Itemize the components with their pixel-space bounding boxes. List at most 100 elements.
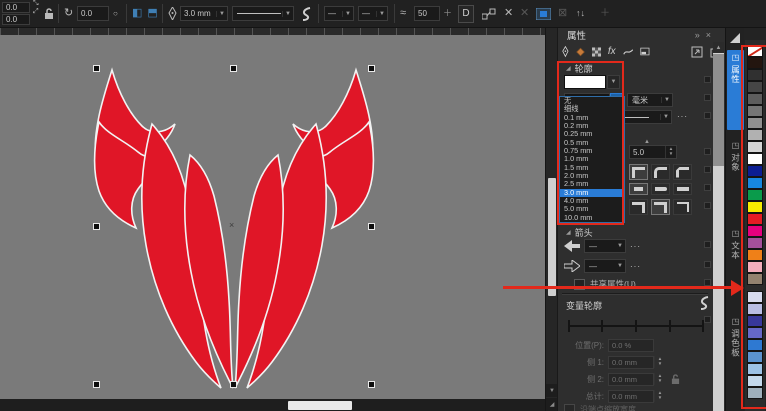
outline-color-dropdown-button[interactable]: ▼ (607, 75, 620, 89)
docker-close-button[interactable]: × (706, 30, 711, 40)
outline-section-header[interactable]: ◢轮廓 (566, 62, 593, 75)
knife-icon[interactable]: ✕ (504, 0, 513, 27)
outline-color-swatch[interactable] (564, 75, 606, 89)
color-swatch[interactable] (747, 117, 763, 129)
selection-handle[interactable] (231, 382, 236, 387)
selection-handle[interactable] (94, 66, 99, 71)
fill-tab-icon[interactable] (576, 46, 585, 58)
share-attributes-checkbox[interactable] (574, 279, 585, 290)
outline-width-select[interactable]: 3.0 mm▼ (180, 6, 228, 21)
drawing-canvas[interactable]: × (0, 28, 545, 411)
color-swatch[interactable] (747, 291, 763, 303)
docker-collapse-button[interactable]: » (695, 30, 700, 40)
transparency-tab-icon[interactable] (592, 46, 601, 58)
outline-inside-button[interactable] (673, 199, 692, 215)
pin-docker-icon[interactable] (691, 46, 703, 58)
vertical-scrollbar[interactable]: ▼ ◢ (545, 28, 557, 411)
color-swatch[interactable] (747, 69, 763, 81)
cap-round-button[interactable] (651, 183, 670, 195)
smoothness-stepper[interactable]: ＋ (443, 0, 452, 27)
color-swatch[interactable] (747, 249, 763, 261)
color-swatch[interactable] (747, 105, 763, 117)
horizontal-scrollbar[interactable] (0, 399, 545, 411)
variable-outline-slider[interactable] (568, 318, 704, 332)
color-swatch[interactable] (747, 81, 763, 93)
vo-field-spinner[interactable]: ▲▼ (654, 390, 665, 402)
tabstrip-corner-icon[interactable] (729, 32, 741, 44)
vo-field-input[interactable]: 0.0 % (608, 339, 654, 352)
variable-outline-swirl-icon[interactable] (698, 296, 711, 315)
color-swatch[interactable] (747, 213, 763, 225)
arrow-start-more-button[interactable]: ··· (630, 242, 641, 251)
selected-box-icon[interactable] (536, 0, 551, 27)
flame-logo-artwork[interactable] (0, 28, 545, 411)
color-swatch[interactable] (747, 261, 763, 273)
docker-tab-4[interactable]: ◳调色板 (727, 314, 744, 394)
color-swatch[interactable] (747, 315, 763, 327)
color-swatch[interactable] (747, 339, 763, 351)
color-swatch[interactable] (747, 237, 763, 249)
row-indicator[interactable] (704, 184, 711, 191)
corner-miter-button[interactable] (629, 164, 648, 180)
horizontal-scrollbar-thumb[interactable] (288, 401, 352, 410)
vo-field-spinner[interactable]: ▲▼ (654, 356, 665, 368)
outline-tab-icon[interactable] (562, 45, 569, 58)
selection-handle[interactable] (369, 224, 374, 229)
color-swatch[interactable] (747, 153, 763, 165)
arrows-section-header[interactable]: ◢箭头 (566, 226, 593, 239)
rotation-angle-field[interactable]: 0.0 (77, 6, 109, 21)
color-swatch[interactable] (747, 303, 763, 315)
color-swatch[interactable] (747, 351, 763, 363)
lock-ratio-button[interactable] (44, 0, 54, 27)
docker-tab-3[interactable]: ◳文本 (727, 226, 744, 306)
color-swatch[interactable] (747, 189, 763, 201)
row-indicator[interactable] (704, 279, 711, 286)
corner-bevel-button[interactable] (673, 164, 692, 180)
outline-outside-button[interactable] (629, 199, 648, 215)
outline-units-select[interactable]: 毫米▼ (627, 93, 673, 107)
row-indicator[interactable] (704, 76, 711, 83)
curve-tab-icon[interactable] (623, 47, 634, 57)
arrow-end-select[interactable]: —▼ (358, 6, 388, 21)
docker-scroll-up-button[interactable]: ▲ (713, 42, 724, 53)
selection-handle[interactable] (369, 66, 374, 71)
vo-field-spinner[interactable]: ▲▼ (654, 373, 665, 385)
color-swatch[interactable] (747, 375, 763, 387)
miter-limit-field[interactable]: 5.0 ▲▼ (629, 145, 677, 159)
color-swatch[interactable] (747, 141, 763, 153)
row-indicator[interactable] (704, 166, 711, 173)
smooth-swirl-icon[interactable] (300, 0, 313, 27)
scale-ends-checkbox[interactable] (564, 404, 575, 411)
docker-tab-1[interactable]: ◳属性 (727, 50, 744, 130)
variable-outline-section-header[interactable]: 变量轮廓 (566, 299, 602, 312)
docker-scrollbar-thumb[interactable] (713, 54, 724, 166)
effects-tab-icon[interactable]: fx (608, 46, 616, 57)
color-swatch[interactable] (747, 225, 763, 237)
smoothness-field[interactable]: 50 (414, 6, 440, 21)
vo-field-input[interactable]: 0.0 mm (608, 373, 654, 386)
docker-scrollbar[interactable]: ▲ (713, 42, 724, 411)
color-swatch[interactable] (747, 201, 763, 213)
row-indicator[interactable] (704, 112, 711, 119)
no-color-swatch[interactable] (747, 45, 763, 57)
outline-centered-button[interactable] (651, 199, 670, 215)
vo-field-input[interactable]: 0.0 mm (608, 390, 654, 403)
color-swatch[interactable] (747, 57, 763, 69)
selection-handle[interactable] (94, 382, 99, 387)
cap-square-button[interactable] (673, 183, 692, 195)
outline-style-select[interactable]: ▼ (232, 6, 294, 21)
reduce-nodes-icon[interactable] (482, 0, 496, 27)
row-indicator[interactable] (704, 148, 711, 155)
color-swatch[interactable] (747, 387, 763, 399)
color-swatch[interactable] (747, 165, 763, 177)
selection-handle[interactable] (369, 382, 374, 387)
frame-tab-icon[interactable] (640, 46, 650, 57)
row-indicator[interactable] (704, 241, 711, 248)
line-style-more-button[interactable]: ··· (677, 112, 688, 121)
color-swatch[interactable] (747, 129, 763, 141)
selection-handle[interactable] (231, 66, 236, 71)
arrow-start-style-select[interactable]: —▼ (584, 239, 626, 253)
color-swatch[interactable] (747, 177, 763, 189)
arrow-start-select[interactable]: —▼ (324, 6, 354, 21)
row-indicator[interactable] (704, 316, 711, 323)
